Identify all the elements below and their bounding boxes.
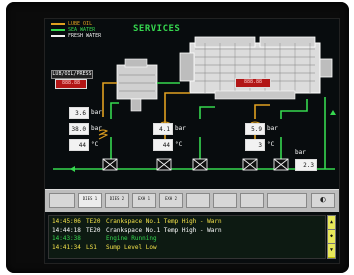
toolbar-button-7[interactable] [213,193,237,208]
alarm-text: Engine Running [106,235,157,242]
reading-unit: bar [91,125,102,132]
alarm-tag: LS1 [86,243,97,251]
reading-unit: °C [267,141,275,148]
lube-oil-pump-block [116,58,158,112]
alarm-tag [86,235,102,244]
alarm-text: Crankspace No.1 Temp High - Warn [106,226,222,234]
alarm-row[interactable]: 14:41:34 LS1 Sump Level Low [52,244,322,253]
reading-box: 38.0 [69,123,89,135]
reading-unit: bar [295,149,306,156]
lube-oil-press-label: LUB/OIL/PRESS [51,70,93,79]
reading-box: 4.1 [153,123,173,135]
alarm-list: 14:45:06 TE20 Crankspace No.1 Temp High … [48,215,326,259]
tab-exh-2[interactable]: EXH 2 [159,193,183,208]
alarm-time: 14:44:18 [52,226,81,234]
lube-oil-press-display: 888.88 [55,79,87,89]
reading-unit: °C [91,141,99,148]
main-engine-icon [179,36,333,100]
reading-box: 44 [153,139,173,151]
tab-exh-1[interactable]: EXH 1 [132,193,156,208]
alarm-time: 14:45:06 [52,218,81,225]
alarm-row[interactable]: 14:44:18 TE20 Crankspace No.1 Temp High … [52,227,322,236]
alarm-tag: TE20 [86,226,101,234]
alarm-time: 14:43:38 [52,235,81,242]
reading-unit: bar [175,125,186,132]
alarm-scrollbar[interactable]: ▲ ◆ ▼ [327,215,336,259]
alarm-text: Sump Level Low [106,243,157,251]
scroll-down-icon[interactable]: ▼ [328,244,335,257]
alarm-tag: TE20 [86,218,101,225]
page-toolbar: DIES 1 DIES 2 EXH 1 EXH 2 ◐ [45,189,339,212]
eye-icon[interactable]: ◐ [311,193,335,208]
toolbar-blank-button[interactable] [49,193,75,208]
reading-box: 3 [245,139,265,151]
reading-box: 44 [69,139,89,151]
tab-dies-2[interactable]: DIES 2 [105,193,129,208]
scroll-thumb-icon[interactable]: ◆ [328,230,335,244]
reading-unit: °C [175,141,183,148]
engine-status-display[interactable]: 888.88 [235,78,271,88]
alarm-row[interactable]: 14:43:38 Engine Running [52,235,322,244]
reading-box: 3.6 [69,107,89,119]
alarm-row[interactable]: 14:45:06 TE20 Crankspace No.1 Temp High … [52,218,322,227]
reading-unit: bar [267,125,278,132]
alarm-time: 14:41:34 [52,243,81,251]
reading-box: 2.3 [295,159,317,171]
scroll-up-icon[interactable]: ▲ [328,216,335,230]
toolbar-button-8[interactable] [240,193,264,208]
toolbar-button-6[interactable] [186,193,210,208]
alarm-text: Crankspace No.1 Temp High - Warn [106,218,222,225]
reading-unit: bar [91,109,102,116]
tab-dies-1[interactable]: DIES 1 [78,193,102,208]
reading-box: 5.9 [245,123,265,135]
hmi-screen: LUBE OIL SEA WATER FRESH WATER SERVICES [44,18,340,264]
toolbar-button-9[interactable] [267,193,307,208]
